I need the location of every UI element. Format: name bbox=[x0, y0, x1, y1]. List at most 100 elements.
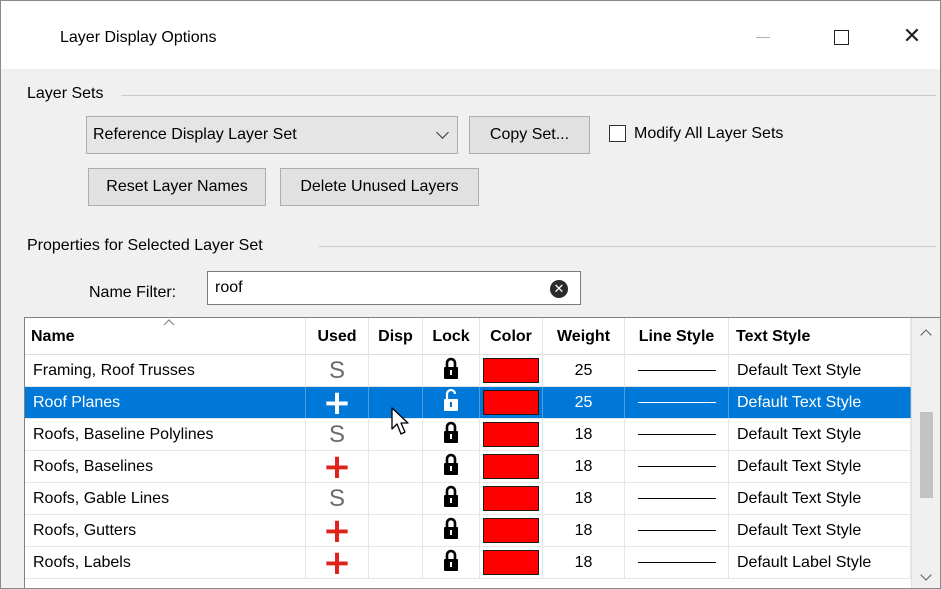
lock-cell[interactable] bbox=[423, 355, 480, 386]
color-cell[interactable] bbox=[480, 547, 543, 578]
color-cell[interactable] bbox=[480, 355, 543, 386]
text-style-cell[interactable]: Default Text Style bbox=[729, 451, 911, 482]
table-row[interactable]: Framing, Roof Trusses S 25 Default Text … bbox=[25, 355, 911, 387]
used-cell[interactable]: + bbox=[306, 382, 369, 423]
column-header-disp[interactable]: Disp bbox=[369, 318, 423, 355]
maximize-icon bbox=[833, 29, 849, 45]
table-row[interactable]: Roofs, Labels + 18 Default Label Style bbox=[25, 542, 911, 583]
column-header-name[interactable]: Name bbox=[25, 318, 306, 355]
disp-cell[interactable] bbox=[369, 451, 423, 482]
clear-filter-icon[interactable]: ✕ bbox=[550, 280, 568, 298]
color-swatch bbox=[483, 550, 539, 575]
used-cell[interactable]: S bbox=[306, 355, 369, 386]
line-style-cell[interactable] bbox=[625, 419, 729, 450]
column-header-text-style[interactable]: Text Style bbox=[729, 318, 911, 355]
disp-cell[interactable] bbox=[369, 355, 423, 386]
text-style-cell[interactable]: Default Label Style bbox=[729, 547, 911, 578]
line-style-cell[interactable] bbox=[625, 387, 729, 418]
modify-all-layer-sets-label: Modify All Layer Sets bbox=[634, 125, 784, 142]
color-swatch bbox=[483, 422, 539, 447]
line-style-cell[interactable] bbox=[625, 451, 729, 482]
text-style-cell[interactable]: Default Text Style bbox=[729, 419, 911, 450]
used-shared-icon: S bbox=[328, 420, 345, 448]
weight-cell[interactable]: 18 bbox=[543, 547, 625, 578]
color-swatch bbox=[483, 390, 539, 415]
text-style-cell[interactable]: Default Text Style bbox=[729, 483, 911, 514]
text-style-cell[interactable]: Default Text Style bbox=[729, 355, 911, 386]
table-row[interactable]: Roofs, Baselines + 18 Default Text Style bbox=[25, 450, 911, 484]
layer-sets-group-label: Layer Sets bbox=[27, 85, 110, 103]
color-cell[interactable] bbox=[480, 419, 543, 450]
used-cell[interactable]: + bbox=[306, 450, 369, 484]
lock-cell[interactable] bbox=[423, 451, 480, 482]
disp-cell[interactable] bbox=[369, 515, 423, 546]
lock-cell[interactable] bbox=[423, 515, 480, 546]
line-style-cell[interactable] bbox=[625, 547, 729, 578]
layer-name-cell[interactable]: Roofs, Baseline Polylines bbox=[25, 419, 306, 450]
modify-all-layer-sets-checkbox[interactable] bbox=[609, 125, 626, 142]
weight-cell[interactable]: 18 bbox=[543, 515, 625, 546]
scroll-up-icon[interactable] bbox=[920, 329, 932, 341]
table-row[interactable]: Roofs, Baseline Polylines S 18 Default T… bbox=[25, 419, 911, 451]
color-cell[interactable] bbox=[480, 451, 543, 482]
table-row[interactable]: Roof Planes + 25 Default Text Style bbox=[25, 382, 911, 423]
column-header-line-style[interactable]: Line Style bbox=[625, 318, 729, 355]
close-button[interactable]: ✕ bbox=[889, 17, 935, 57]
line-style-cell[interactable] bbox=[625, 355, 729, 386]
weight-cell[interactable]: 25 bbox=[543, 355, 625, 386]
text-style-cell[interactable]: Default Text Style bbox=[729, 387, 911, 418]
used-plus-icon: + bbox=[322, 382, 352, 423]
layer-name-cell[interactable]: Roof Planes bbox=[25, 387, 306, 418]
color-cell[interactable] bbox=[480, 387, 543, 418]
layer-name-cell[interactable]: Framing, Roof Trusses bbox=[25, 355, 306, 386]
line-style-cell[interactable] bbox=[625, 483, 729, 514]
layer-name-cell[interactable]: Roofs, Gutters bbox=[25, 515, 306, 546]
weight-cell[interactable]: 18 bbox=[543, 419, 625, 450]
column-header-used[interactable]: Used bbox=[306, 318, 369, 355]
name-filter-input[interactable]: roof ✕ bbox=[207, 271, 581, 305]
disp-cell[interactable] bbox=[369, 483, 423, 514]
used-cell[interactable]: + bbox=[306, 514, 369, 548]
column-header-lock[interactable]: Lock bbox=[423, 318, 480, 355]
weight-cell[interactable]: 18 bbox=[543, 451, 625, 482]
reset-layer-names-button[interactable]: Reset Layer Names bbox=[88, 168, 266, 206]
line-style-sample bbox=[637, 370, 716, 371]
layer-display-options-dialog: Layer Display Options ✕ Layer Sets Refer… bbox=[0, 0, 941, 589]
layer-name-cell[interactable]: Roofs, Baselines bbox=[25, 451, 306, 482]
color-cell[interactable] bbox=[480, 515, 543, 546]
vertical-scrollbar[interactable] bbox=[911, 318, 940, 588]
lock-icon bbox=[443, 420, 459, 449]
used-plus-icon: + bbox=[322, 542, 352, 583]
lock-cell[interactable] bbox=[423, 547, 480, 578]
scroll-down-icon[interactable] bbox=[920, 569, 932, 581]
layer-set-dropdown[interactable]: Reference Display Layer Set bbox=[86, 116, 458, 154]
minimize-button[interactable] bbox=[740, 17, 786, 57]
lock-cell[interactable] bbox=[423, 483, 480, 514]
text-style-cell[interactable]: Default Text Style bbox=[729, 515, 911, 546]
lock-cell[interactable] bbox=[423, 387, 480, 418]
column-header-color[interactable]: Color bbox=[480, 318, 543, 355]
layer-name-cell[interactable]: Roofs, Gable Lines bbox=[25, 483, 306, 514]
column-header-weight[interactable]: Weight bbox=[543, 318, 625, 355]
weight-cell[interactable]: 18 bbox=[543, 483, 625, 514]
color-cell[interactable] bbox=[480, 483, 543, 514]
delete-unused-layers-button[interactable]: Delete Unused Layers bbox=[280, 168, 479, 206]
layer-name-cell[interactable]: Roofs, Labels bbox=[25, 547, 306, 578]
maximize-button[interactable] bbox=[818, 17, 864, 57]
used-cell[interactable]: S bbox=[306, 419, 369, 450]
layer-set-dropdown-value: Reference Display Layer Set bbox=[93, 126, 297, 143]
color-swatch bbox=[483, 358, 539, 383]
table-row[interactable]: Roofs, Gable Lines S 18 Default Text Sty… bbox=[25, 483, 911, 515]
used-cell[interactable]: + bbox=[306, 542, 369, 583]
minimize-icon bbox=[756, 36, 770, 38]
weight-cell[interactable]: 25 bbox=[543, 387, 625, 418]
copy-set-button[interactable]: Copy Set... bbox=[469, 116, 590, 154]
color-swatch bbox=[483, 454, 539, 479]
disp-cell[interactable] bbox=[369, 547, 423, 578]
table-row[interactable]: Roofs, Gutters + 18 Default Text Style bbox=[25, 514, 911, 548]
lock-icon bbox=[443, 548, 459, 577]
scrollbar-thumb[interactable] bbox=[920, 412, 933, 498]
lock-cell[interactable] bbox=[423, 419, 480, 450]
line-style-cell[interactable] bbox=[625, 515, 729, 546]
used-cell[interactable]: S bbox=[306, 483, 369, 514]
